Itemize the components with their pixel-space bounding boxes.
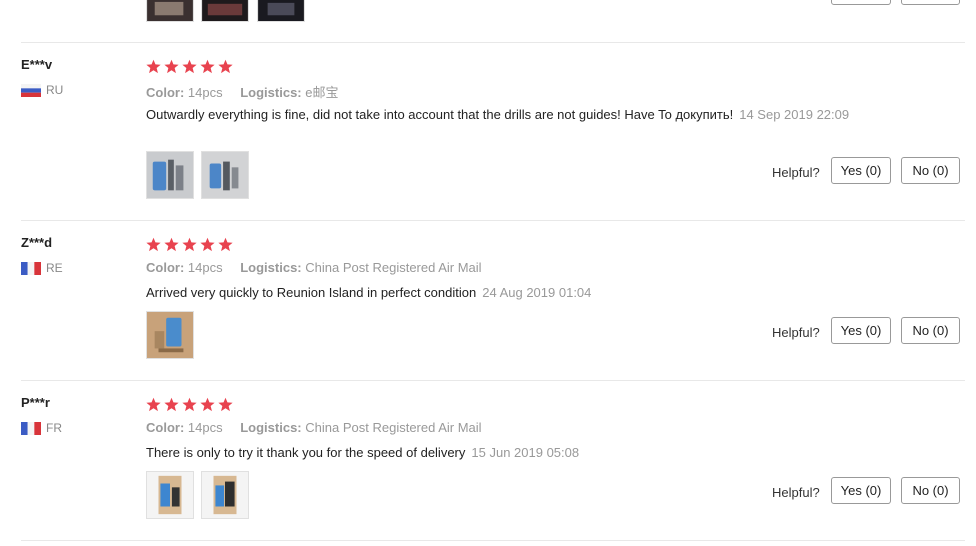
review-item: E***v RU Color: 14pcs Logistics: e邮宝 Out… [0, 43, 976, 220]
reviewer-country: RU [21, 83, 63, 97]
star-icon [200, 59, 215, 74]
country-code: RE [46, 261, 63, 275]
france-flag-icon [21, 421, 41, 435]
star-icon [164, 397, 179, 412]
color-label: Color: [146, 420, 185, 435]
color-value: 14pcs [187, 85, 223, 100]
star-icon [218, 397, 233, 412]
color-value: 14pcs [187, 260, 223, 275]
helpful-no-button[interactable]: No (0) [901, 477, 960, 504]
country-code: FR [46, 421, 62, 435]
color-label: Color: [146, 260, 185, 275]
logistics-label: Logistics: [240, 260, 302, 275]
star-icon [164, 237, 179, 252]
france-flag-icon [21, 261, 41, 275]
review-photo-thumbnail[interactable] [257, 0, 305, 22]
review-text: There is only to try it thank you for th… [146, 443, 866, 462]
review-body: Outwardly everything is fine, did not ta… [146, 107, 734, 122]
star-icon [146, 237, 161, 252]
helpful-no-button[interactable] [901, 0, 960, 5]
review-photo-thumbnail[interactable] [146, 311, 194, 359]
helpful-yes-button[interactable]: Yes (0) [831, 157, 891, 184]
star-icon [182, 59, 197, 74]
star-icon [218, 237, 233, 252]
review-attributes: Color: 14pcs Logistics: China Post Regis… [146, 260, 482, 275]
star-rating [146, 59, 236, 74]
logistics-value: e邮宝 [305, 85, 339, 100]
logistics-value: China Post Registered Air Mail [305, 420, 482, 435]
star-icon [200, 397, 215, 412]
helpful-yes-button[interactable]: Yes (0) [831, 317, 891, 344]
review-photo-thumbnail[interactable] [146, 151, 194, 199]
logistics-label: Logistics: [240, 420, 302, 435]
reviewer-country: RE [21, 261, 63, 275]
review-photo-thumbnail[interactable] [201, 471, 249, 519]
review-text: Outwardly everything is fine, did not ta… [146, 105, 866, 124]
review-photo-thumbnail[interactable] [146, 0, 194, 22]
review-body: Arrived very quickly to Reunion Island i… [146, 285, 477, 300]
reviewer-name: P***r [21, 395, 50, 410]
helpful-label: Helpful? [772, 165, 820, 180]
logistics-value: China Post Registered Air Mail [305, 260, 482, 275]
star-icon [146, 397, 161, 412]
star-icon [182, 397, 197, 412]
helpful-yes-button[interactable]: Yes (0) [831, 477, 891, 504]
star-icon [164, 59, 179, 74]
helpful-label: Helpful? [772, 325, 820, 340]
review-date: 14 Sep 2019 22:09 [739, 107, 850, 122]
russia-flag-icon [21, 83, 41, 97]
review-photo-thumbnail[interactable] [201, 0, 249, 22]
previous-review-partial [0, 0, 976, 43]
helpful-label: Helpful? [772, 485, 820, 500]
reviewer-country: FR [21, 421, 62, 435]
review-item: Z***d RE Color: 14pcs Logistics: China P… [0, 221, 976, 380]
review-body: There is only to try it thank you for th… [146, 445, 466, 460]
star-icon [182, 237, 197, 252]
helpful-no-button[interactable]: No (0) [901, 317, 960, 344]
review-date: 24 Aug 2019 01:04 [482, 285, 592, 300]
reviewer-name: E***v [21, 57, 53, 72]
star-rating [146, 237, 236, 252]
review-date: 15 Jun 2019 05:08 [471, 445, 580, 460]
country-code: RU [46, 83, 64, 97]
review-attributes: Color: 14pcs Logistics: China Post Regis… [146, 420, 482, 435]
star-icon [146, 59, 161, 74]
color-label: Color: [146, 85, 185, 100]
star-icon [200, 237, 215, 252]
helpful-no-button[interactable]: No (0) [901, 157, 960, 184]
helpful-yes-button[interactable] [831, 0, 891, 5]
logistics-label: Logistics: [240, 85, 302, 100]
review-photo-thumbnail[interactable] [201, 151, 249, 199]
star-icon [218, 59, 233, 74]
color-value: 14pcs [187, 420, 223, 435]
review-text: Arrived very quickly to Reunion Island i… [146, 283, 866, 302]
reviewer-name: Z***d [21, 235, 53, 250]
review-attributes: Color: 14pcs Logistics: e邮宝 [146, 82, 339, 101]
review-item: P***r FR Color: 14pcs Logistics: China P… [0, 381, 976, 540]
star-rating [146, 397, 236, 412]
review-divider [21, 540, 965, 541]
review-photo-thumbnail[interactable] [146, 471, 194, 519]
